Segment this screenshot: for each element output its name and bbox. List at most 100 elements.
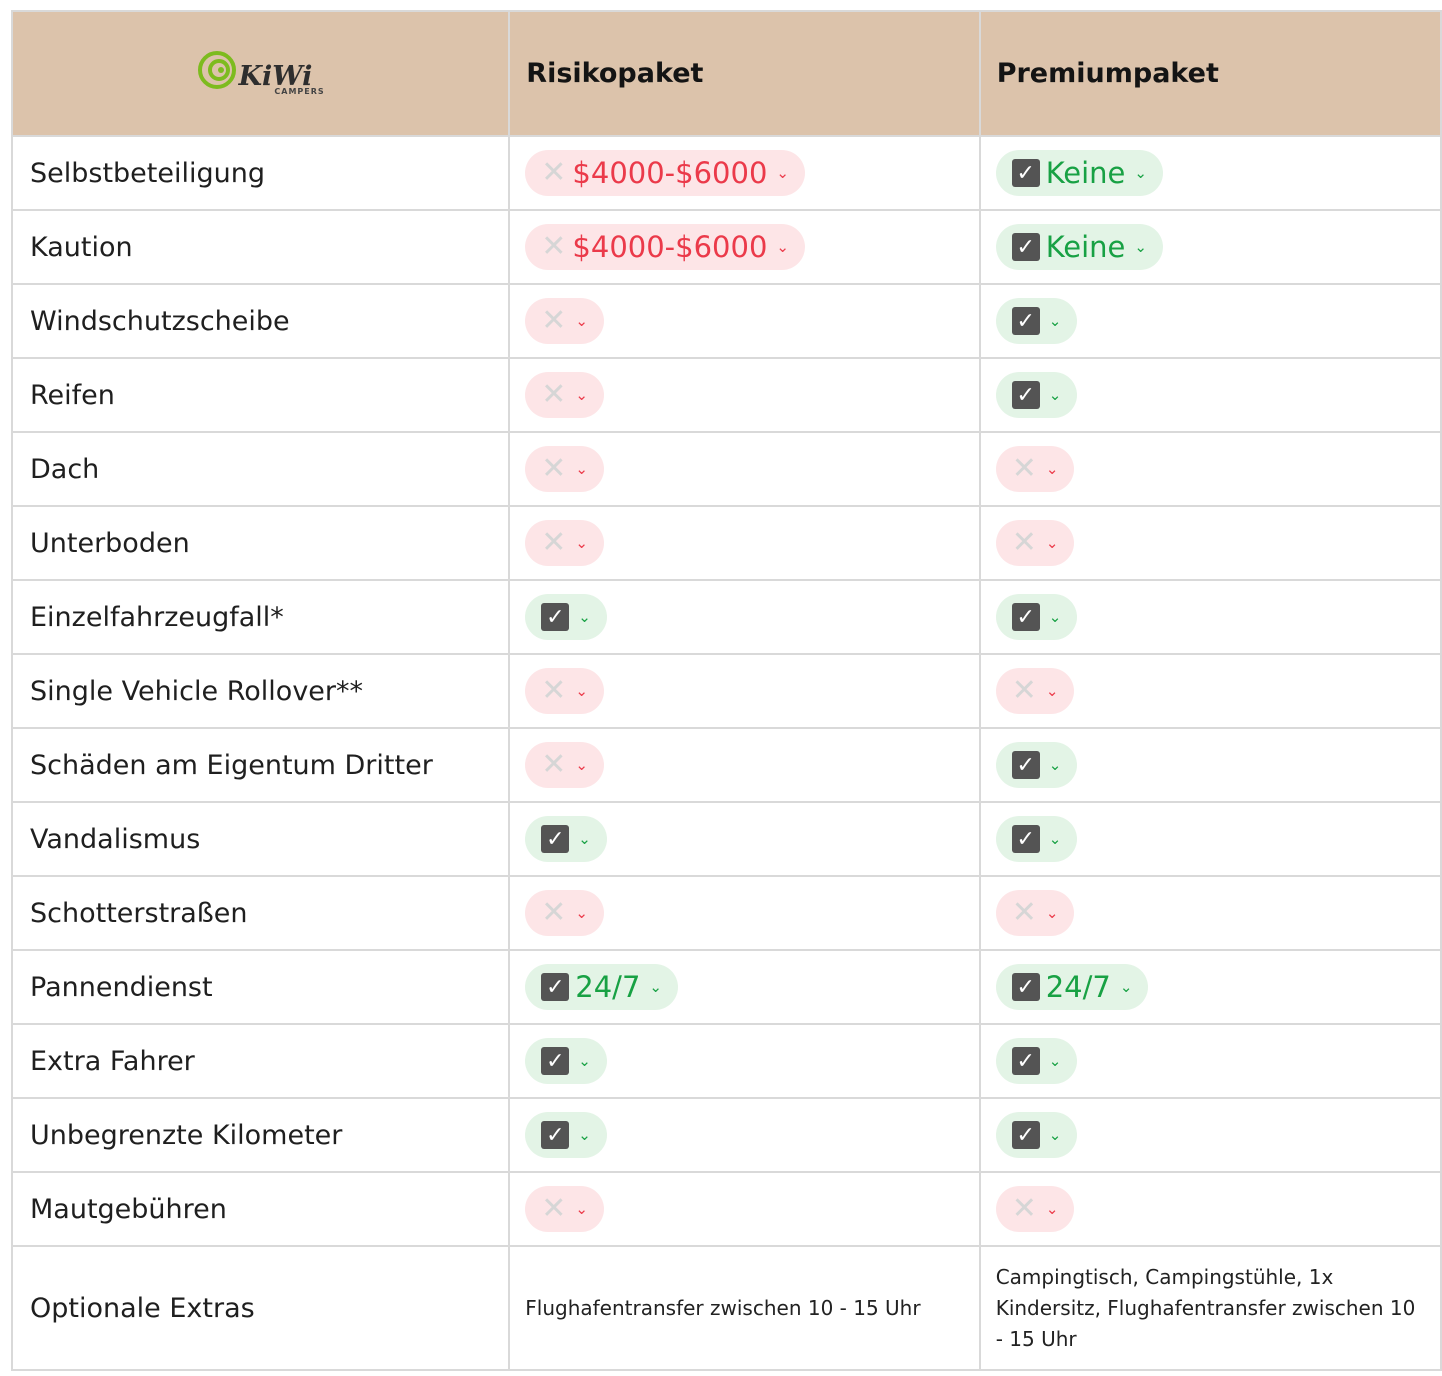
cell-premiumpaket: ✓ 24/7 ⌄ <box>978 949 1442 1025</box>
table-row: Single Vehicle Rollover** ✕ ⌄ ✕ ⌄ <box>10 653 1442 729</box>
table-row: Vandalismus ✓ ⌄ ✓ ⌄ <box>10 801 1442 877</box>
check-icon: ✓ <box>1011 381 1040 409</box>
chevron-down-icon: ⌄ <box>575 312 588 330</box>
cell-premiumpaket: ✕ ⌄ <box>978 653 1442 729</box>
status-dropdown[interactable]: ✕ ⌄ <box>525 890 604 936</box>
chevron-down-icon: ⌄ <box>578 830 591 848</box>
header-row: KiWi CAMPERS Risikopaket Premiumpaket <box>10 10 1442 137</box>
cell-risikopaket: ✕ ⌄ <box>508 357 981 433</box>
check-icon: ✓ <box>541 973 570 1001</box>
status-dropdown[interactable]: ✕ ⌄ <box>995 890 1075 936</box>
check-icon: ✓ <box>1011 159 1040 187</box>
pill-value: Keine <box>1045 230 1126 264</box>
status-dropdown[interactable]: ✓ ⌄ <box>525 816 607 862</box>
chevron-down-icon: ⌄ <box>1045 534 1059 552</box>
x-icon: ✕ <box>1011 525 1037 560</box>
table-row: Schotterstraßen ✕ ⌄ ✕ ⌄ <box>10 875 1442 951</box>
cell-premiumpaket: ✓ Keine ⌄ <box>978 135 1442 211</box>
cell-premiumpaket: ✕ ⌄ <box>978 1171 1442 1247</box>
x-icon: ✕ <box>541 673 567 708</box>
status-dropdown[interactable]: ✓ ⌄ <box>525 1112 607 1158</box>
status-dropdown[interactable]: ✕ $4000-$6000 ⌄ <box>525 224 805 270</box>
status-dropdown[interactable]: ✓ 24/7 ⌄ <box>995 964 1149 1010</box>
check-icon: ✓ <box>1011 307 1040 335</box>
cell-premiumpaket: ✕ ⌄ <box>978 875 1442 951</box>
status-dropdown[interactable]: ✕ ⌄ <box>525 298 604 344</box>
cell-premiumpaket: ✓ ⌄ <box>978 283 1442 359</box>
check-icon: ✓ <box>1011 1121 1040 1149</box>
status-dropdown[interactable]: ✕ ⌄ <box>995 1186 1075 1232</box>
pill-value: $4000-$6000 <box>572 230 768 264</box>
table-row: Einzelfahrzeugfall* ✓ ⌄ ✓ ⌄ <box>10 579 1442 655</box>
table-row: Reifen ✕ ⌄ ✓ ⌄ <box>10 357 1442 433</box>
chevron-down-icon: ⌄ <box>1048 608 1062 626</box>
cell-risikopaket: ✓ ⌄ <box>508 801 981 877</box>
check-icon: ✓ <box>541 1047 570 1075</box>
table-row: Selbstbeteiligung ✕ $4000-$6000 ⌄ ✓ Keine ⌄ <box>10 135 1442 211</box>
row-label: Extra Fahrer <box>10 1023 511 1099</box>
status-dropdown[interactable]: ✓ ⌄ <box>995 1112 1078 1158</box>
check-icon: ✓ <box>1011 751 1040 779</box>
cell-premiumpaket: ✓ ⌄ <box>978 1023 1442 1099</box>
status-dropdown[interactable]: ✓ ⌄ <box>995 1038 1078 1084</box>
chevron-down-icon: ⌄ <box>1045 904 1059 922</box>
table-row: Unterboden ✕ ⌄ ✕ ⌄ <box>10 505 1442 581</box>
chevron-down-icon: ⌄ <box>1048 386 1062 404</box>
status-dropdown[interactable]: ✓ ⌄ <box>995 742 1078 788</box>
check-icon: ✓ <box>1011 1047 1040 1075</box>
check-icon: ✓ <box>1011 233 1040 261</box>
cell-premiumpaket: ✓ ⌄ <box>978 579 1442 655</box>
row-label: Windschutzscheibe <box>10 283 511 359</box>
status-dropdown[interactable]: ✕ $4000-$6000 ⌄ <box>525 150 805 196</box>
row-label: Schotterstraßen <box>10 875 511 951</box>
comparison-table: KiWi CAMPERS Risikopaket Premiumpaket Se… <box>10 10 1442 1371</box>
x-icon: ✕ <box>541 229 567 264</box>
row-label: Pannendienst <box>10 949 511 1025</box>
table-row: Unbegrenzte Kilometer ✓ ⌄ ✓ ⌄ <box>10 1097 1442 1173</box>
table-row: Pannendienst ✓ 24/7 ⌄ ✓ 24/7 ⌄ <box>10 949 1442 1025</box>
row-label: Selbstbeteiligung <box>10 135 511 211</box>
status-dropdown[interactable]: ✕ ⌄ <box>525 446 604 492</box>
status-dropdown[interactable]: ✕ ⌄ <box>525 742 604 788</box>
status-dropdown[interactable]: ✕ ⌄ <box>995 520 1075 566</box>
status-dropdown[interactable]: ✓ Keine ⌄ <box>995 224 1163 270</box>
status-dropdown[interactable]: ✓ ⌄ <box>995 816 1078 862</box>
x-icon: ✕ <box>541 895 567 930</box>
chevron-down-icon: ⌄ <box>1048 312 1062 330</box>
extras-row: Optionale Extras Flughafentransfer zwisch… <box>10 1245 1442 1371</box>
status-dropdown[interactable]: ✕ ⌄ <box>525 668 604 714</box>
status-dropdown[interactable]: ✓ ⌄ <box>995 298 1078 344</box>
x-icon: ✕ <box>541 377 567 412</box>
chevron-down-icon: ⌄ <box>575 1200 588 1218</box>
col-header-risikopaket: Risikopaket <box>508 10 981 137</box>
chevron-down-icon: ⌄ <box>1119 978 1133 996</box>
status-dropdown[interactable]: ✓ Keine ⌄ <box>995 150 1163 196</box>
chevron-down-icon: ⌄ <box>1048 1126 1062 1144</box>
status-dropdown[interactable]: ✕ ⌄ <box>525 372 604 418</box>
chevron-down-icon: ⌄ <box>575 756 588 774</box>
cell-risikopaket: ✕ ⌄ <box>508 283 981 359</box>
status-dropdown[interactable]: ✕ ⌄ <box>525 1186 604 1232</box>
status-dropdown[interactable]: ✓ ⌄ <box>995 594 1078 640</box>
check-icon: ✓ <box>541 1121 570 1149</box>
row-label: Single Vehicle Rollover** <box>10 653 511 729</box>
status-dropdown[interactable]: ✓ 24/7 ⌄ <box>525 964 678 1010</box>
status-dropdown[interactable]: ✕ ⌄ <box>995 668 1075 714</box>
status-dropdown[interactable]: ✓ ⌄ <box>525 594 607 640</box>
status-dropdown[interactable]: ✓ ⌄ <box>995 372 1078 418</box>
row-label: Einzelfahrzeugfall* <box>10 579 511 655</box>
cell-premiumpaket: ✕ ⌄ <box>978 431 1442 507</box>
table-row: Mautgebühren ✕ ⌄ ✕ ⌄ <box>10 1171 1442 1247</box>
logo-cell: KiWi CAMPERS <box>10 10 511 137</box>
status-dropdown[interactable]: ✕ ⌄ <box>995 446 1075 492</box>
chevron-down-icon: ⌄ <box>578 1126 591 1144</box>
table-row: Kaution ✕ $4000-$6000 ⌄ ✓ Keine ⌄ <box>10 209 1442 285</box>
cell-risikopaket: ✓ ⌄ <box>508 1097 981 1173</box>
chevron-down-icon: ⌄ <box>1048 756 1062 774</box>
col-header-premiumpaket: Premiumpaket <box>978 10 1442 137</box>
status-dropdown[interactable]: ✕ ⌄ <box>525 520 604 566</box>
cell-risikopaket: ✕ ⌄ <box>508 875 981 951</box>
status-dropdown[interactable]: ✓ ⌄ <box>525 1038 607 1084</box>
chevron-down-icon: ⌄ <box>1045 682 1059 700</box>
x-icon: ✕ <box>541 303 567 338</box>
